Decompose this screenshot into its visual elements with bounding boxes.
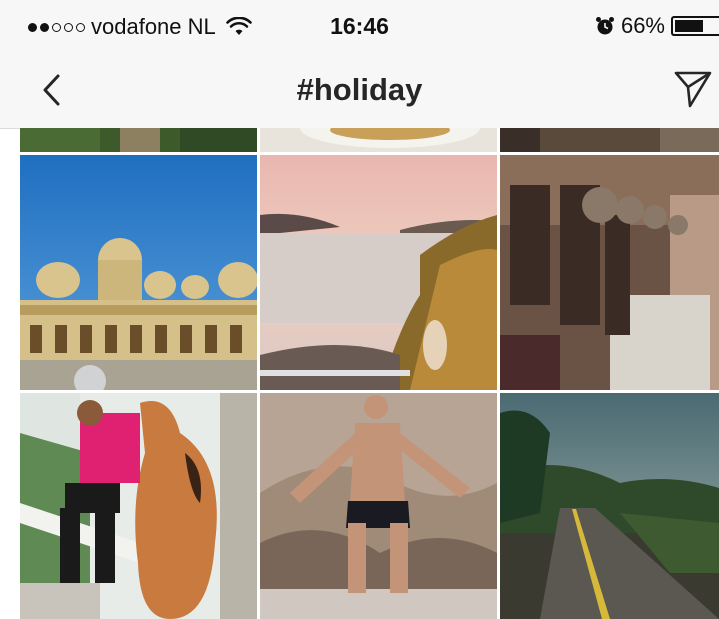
photo-rural-road[interactable] [500,393,719,619]
battery-percent: 66% [620,13,665,38]
status-bar: vodafone NL 16:46 66% [0,0,719,52]
battery-icon [671,16,719,36]
photo-man-sitting-rocks[interactable] [260,393,497,619]
photo-partial-greenery[interactable] [20,128,257,152]
page-title: #holiday [296,72,423,107]
paper-plane-icon[interactable] [673,66,713,110]
photo-coastal-bay-sunset[interactable] [260,155,497,390]
battery-fill [675,20,704,32]
status-right: 66% [595,13,719,39]
photo-man-pink-shirt-vase[interactable] [20,393,257,619]
photo-partial-dark[interactable] [500,128,719,152]
photo-grid [20,128,719,619]
photo-mosque-domes[interactable] [20,155,257,390]
alarm-clock-icon [595,17,614,35]
photo-partial-plate[interactable] [260,128,497,152]
navigation-bar: #holiday [0,52,719,129]
photo-vintage-projectors[interactable] [500,155,719,390]
